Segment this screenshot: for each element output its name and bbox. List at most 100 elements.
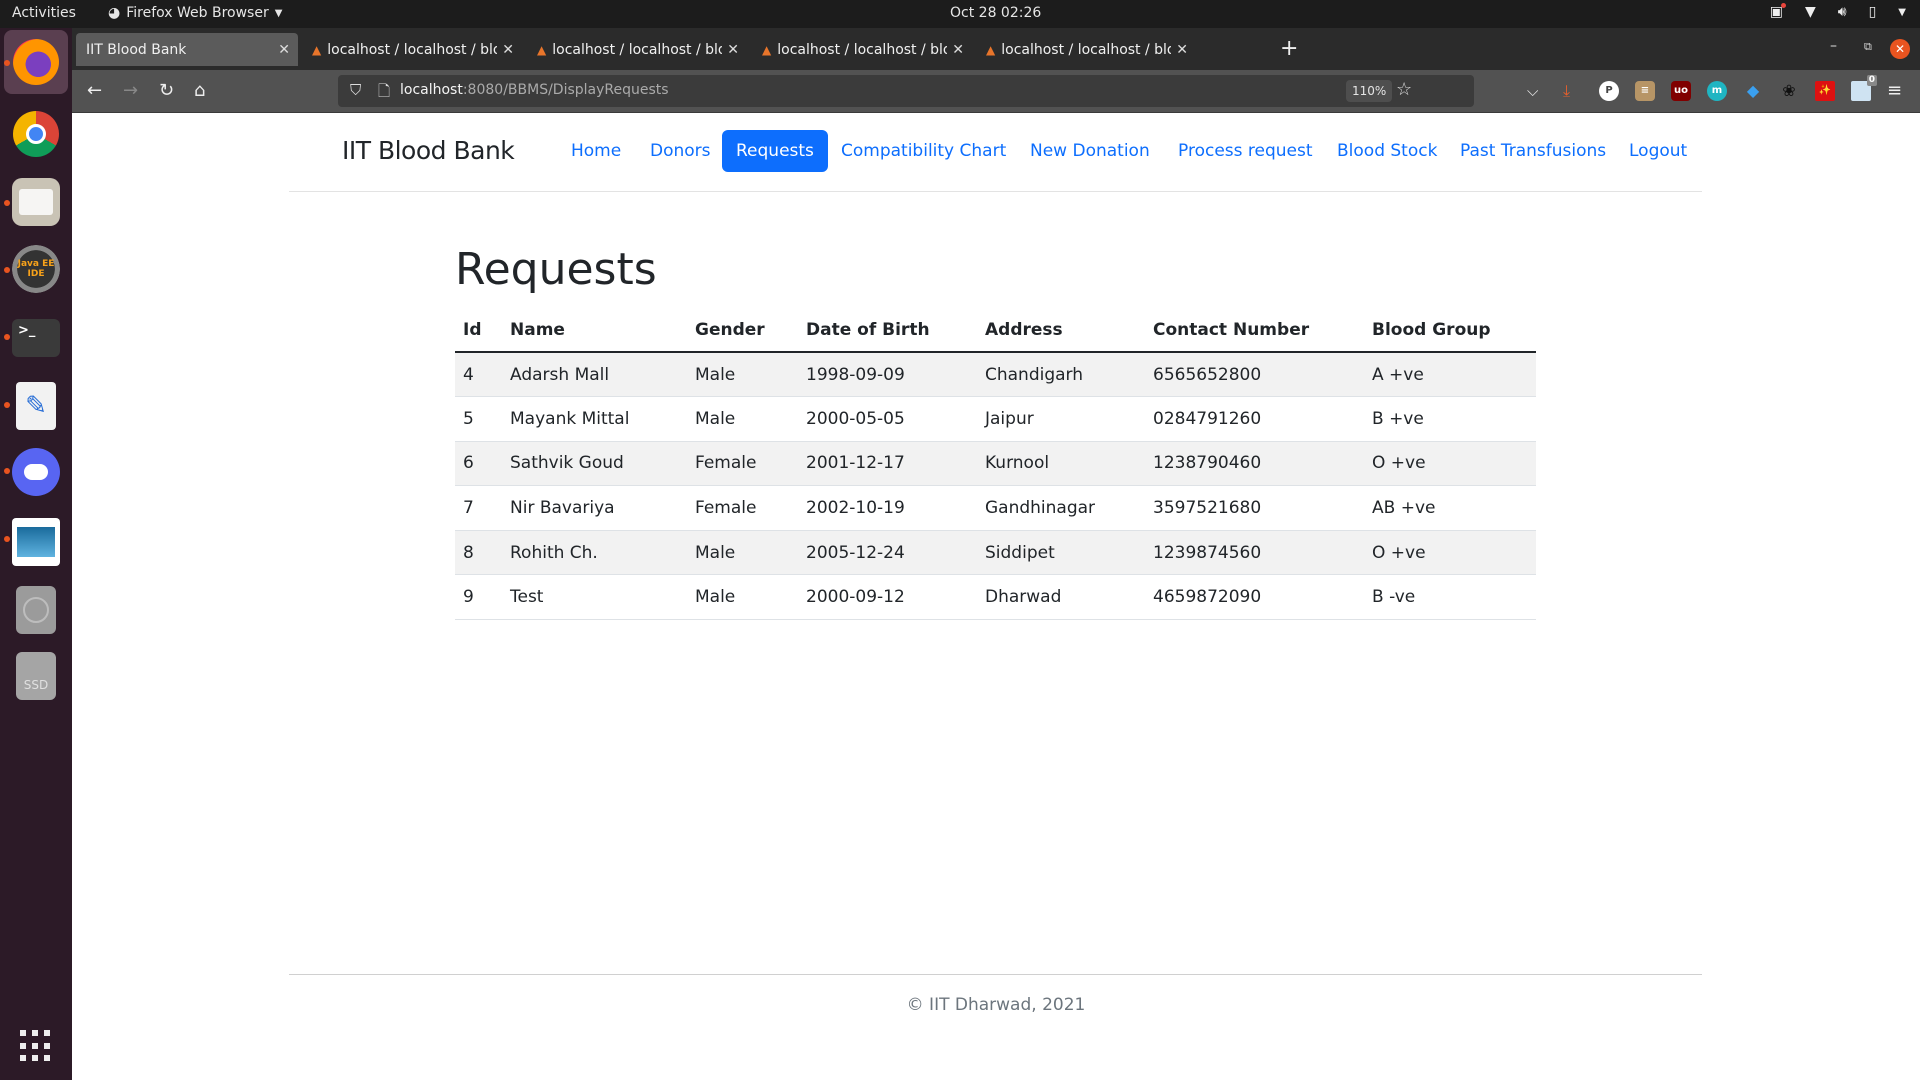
cell-gender: Male [687, 530, 798, 576]
chrome-icon [13, 111, 59, 157]
activities-button[interactable]: Activities [12, 5, 76, 21]
table-row: 4 Adarsh Mall Male 1998-09-09 Chandigarh… [455, 352, 1536, 398]
close-icon[interactable]: ✕ [278, 42, 290, 58]
zoom-level-button[interactable]: 110% [1346, 80, 1393, 102]
nav-logout[interactable]: Logout [1615, 130, 1701, 172]
cell-name: Mayank Mittal [502, 396, 687, 442]
cell-name: Sathvik Goud [502, 441, 687, 487]
phpmyadmin-icon: ▲ [986, 42, 996, 57]
cell-address: Dharwad [977, 574, 1145, 621]
cell-blood-group: O +ve [1364, 530, 1536, 576]
cell-name: Nir Bavariya [502, 485, 687, 531]
ssd-icon: SSD [23, 678, 49, 692]
nav-compatibility-chart[interactable]: Compatibility Chart [827, 130, 1020, 172]
dock-chrome[interactable] [12, 110, 60, 158]
url-text[interactable]: localhost:8080/BBMS/DisplayRequests [400, 82, 669, 98]
text-editor-icon: ✎ [25, 391, 47, 421]
running-indicator [4, 468, 10, 474]
dock-files[interactable] [12, 178, 60, 226]
gnome-extension-icon[interactable]: ❀ [1779, 81, 1799, 101]
nav-requests[interactable]: Requests [722, 130, 828, 172]
cell-address: Siddipet [977, 530, 1145, 576]
chevron-down-icon[interactable]: ▼ [1898, 7, 1906, 18]
dock-firefox[interactable] [4, 30, 68, 94]
close-icon[interactable]: ✕ [502, 42, 514, 58]
app-menu[interactable]: ◕ Firefox Web Browser ▼ [108, 5, 282, 21]
show-apps-icon[interactable] [20, 1030, 52, 1062]
system-tray[interactable]: ▣ ▼ 🔊︎ ▯ ▼ [1770, 3, 1906, 20]
nav-process-request[interactable]: Process request [1164, 130, 1327, 172]
tab-title: localhost / localhost / blo [1001, 41, 1172, 58]
cell-dob: 2000-05-05 [798, 396, 977, 442]
terminal-icon: >_ [18, 323, 36, 338]
home-button[interactable]: ⌂ [194, 80, 205, 101]
magic-wand-extension-icon[interactable]: ✨ [1815, 81, 1835, 101]
site-brand[interactable]: IIT Blood Bank [342, 136, 515, 165]
volume-icon[interactable]: 🔊︎ [1838, 4, 1847, 20]
dock-image-viewer[interactable] [12, 518, 60, 566]
dock-terminal[interactable]: >_ [12, 319, 60, 357]
close-icon[interactable]: ✕ [952, 42, 964, 58]
download-icon[interactable]: ⤓ [1563, 81, 1570, 101]
dock-java-ee-ide[interactable]: Java EE IDE [12, 245, 60, 293]
dock: Java EE IDE >_ ✎ SSD [0, 28, 72, 1080]
nav-new-donation[interactable]: New Donation [1016, 130, 1164, 172]
tab-iit-blood-bank[interactable]: IIT Blood Bank ✕ [76, 33, 298, 66]
java-ee-ide-icon: Java EE IDE [17, 259, 55, 279]
pocket-icon[interactable]: ⌵ [1527, 82, 1538, 100]
reload-button[interactable]: ↻ [159, 80, 174, 101]
cell-gender: Female [687, 485, 798, 531]
cell-gender: Male [687, 352, 798, 398]
nav-home[interactable]: Home [557, 130, 635, 172]
browser-tab-bar: IIT Blood Bank ✕ ▲ localhost / localhost… [72, 28, 1920, 70]
extension-badger-icon[interactable]: ≡ [1635, 81, 1655, 101]
dock-discord[interactable] [12, 448, 60, 496]
folder-icon [19, 189, 53, 215]
column-header-address: Address [977, 309, 1145, 353]
cell-id: 4 [455, 352, 502, 398]
close-icon[interactable]: ✕ [727, 42, 739, 58]
shield-icon[interactable]: ⛉ [350, 81, 361, 99]
extension-counter-icon[interactable]: 0 [1851, 75, 1877, 101]
tab-localhost[interactable]: ▲ localhost / localhost / blo ✕ [302, 33, 522, 66]
extension-p-icon[interactable]: P [1599, 81, 1619, 101]
running-indicator [4, 267, 10, 273]
discord-tray-icon[interactable]: ▣ [1770, 3, 1786, 20]
cell-blood-group: B -ve [1364, 574, 1536, 621]
nav-donors[interactable]: Donors [636, 130, 725, 172]
window-close-button[interactable]: ✕ [1890, 39, 1910, 59]
diamond-extension-icon[interactable]: ◆ [1743, 81, 1763, 101]
ublock-icon[interactable]: uo [1671, 81, 1691, 101]
dock-text-editor[interactable]: ✎ [16, 382, 56, 430]
tab-title: localhost / localhost / blo [327, 41, 498, 58]
image-viewer-icon [17, 527, 55, 557]
page-title: Requests [455, 244, 657, 295]
dock-optical-drive[interactable] [16, 586, 56, 634]
column-header-id: Id [455, 309, 502, 353]
close-icon[interactable]: ✕ [1176, 42, 1188, 58]
tab-localhost[interactable]: ▲ localhost / localhost / blo ✕ [752, 33, 972, 66]
tab-localhost[interactable]: ▲ localhost / localhost / blo ✕ [527, 33, 747, 66]
nav-blood-stock[interactable]: Blood Stock [1323, 130, 1451, 172]
discord-icon [24, 464, 48, 480]
menu-hamburger-icon[interactable]: ≡ [1887, 80, 1902, 101]
forward-button[interactable]: → [123, 80, 138, 101]
url-bar[interactable]: ⛉ 🗋︎ localhost:8080/BBMS/DisplayRequests… [338, 75, 1474, 107]
extension-m-icon[interactable]: m [1707, 81, 1727, 101]
dock-ssd[interactable]: SSD [16, 652, 56, 700]
tab-localhost[interactable]: ▲ localhost / localhost / blo ✕ [976, 33, 1196, 66]
restore-button[interactable]: ⧉ [1864, 40, 1872, 54]
new-tab-button[interactable]: + [1280, 36, 1298, 61]
nav-past-transfusions[interactable]: Past Transfusions [1446, 130, 1620, 172]
wifi-icon[interactable]: ▼ [1805, 4, 1816, 20]
app-menu-label: Firefox Web Browser [126, 5, 269, 21]
minimize-button[interactable]: – [1830, 38, 1837, 54]
battery-icon[interactable]: ▯ [1869, 4, 1877, 20]
bookmark-star-icon[interactable]: ☆ [1396, 79, 1412, 100]
back-button[interactable]: ← [87, 80, 102, 101]
firefox-icon [13, 39, 59, 85]
cell-blood-group: B +ve [1364, 396, 1536, 442]
web-page: IIT Blood Bank Home Donors Requests Comp… [72, 113, 1920, 1080]
page-icon[interactable]: 🗋︎ [378, 81, 390, 106]
clock[interactable]: Oct 28 02:26 [950, 5, 1041, 21]
